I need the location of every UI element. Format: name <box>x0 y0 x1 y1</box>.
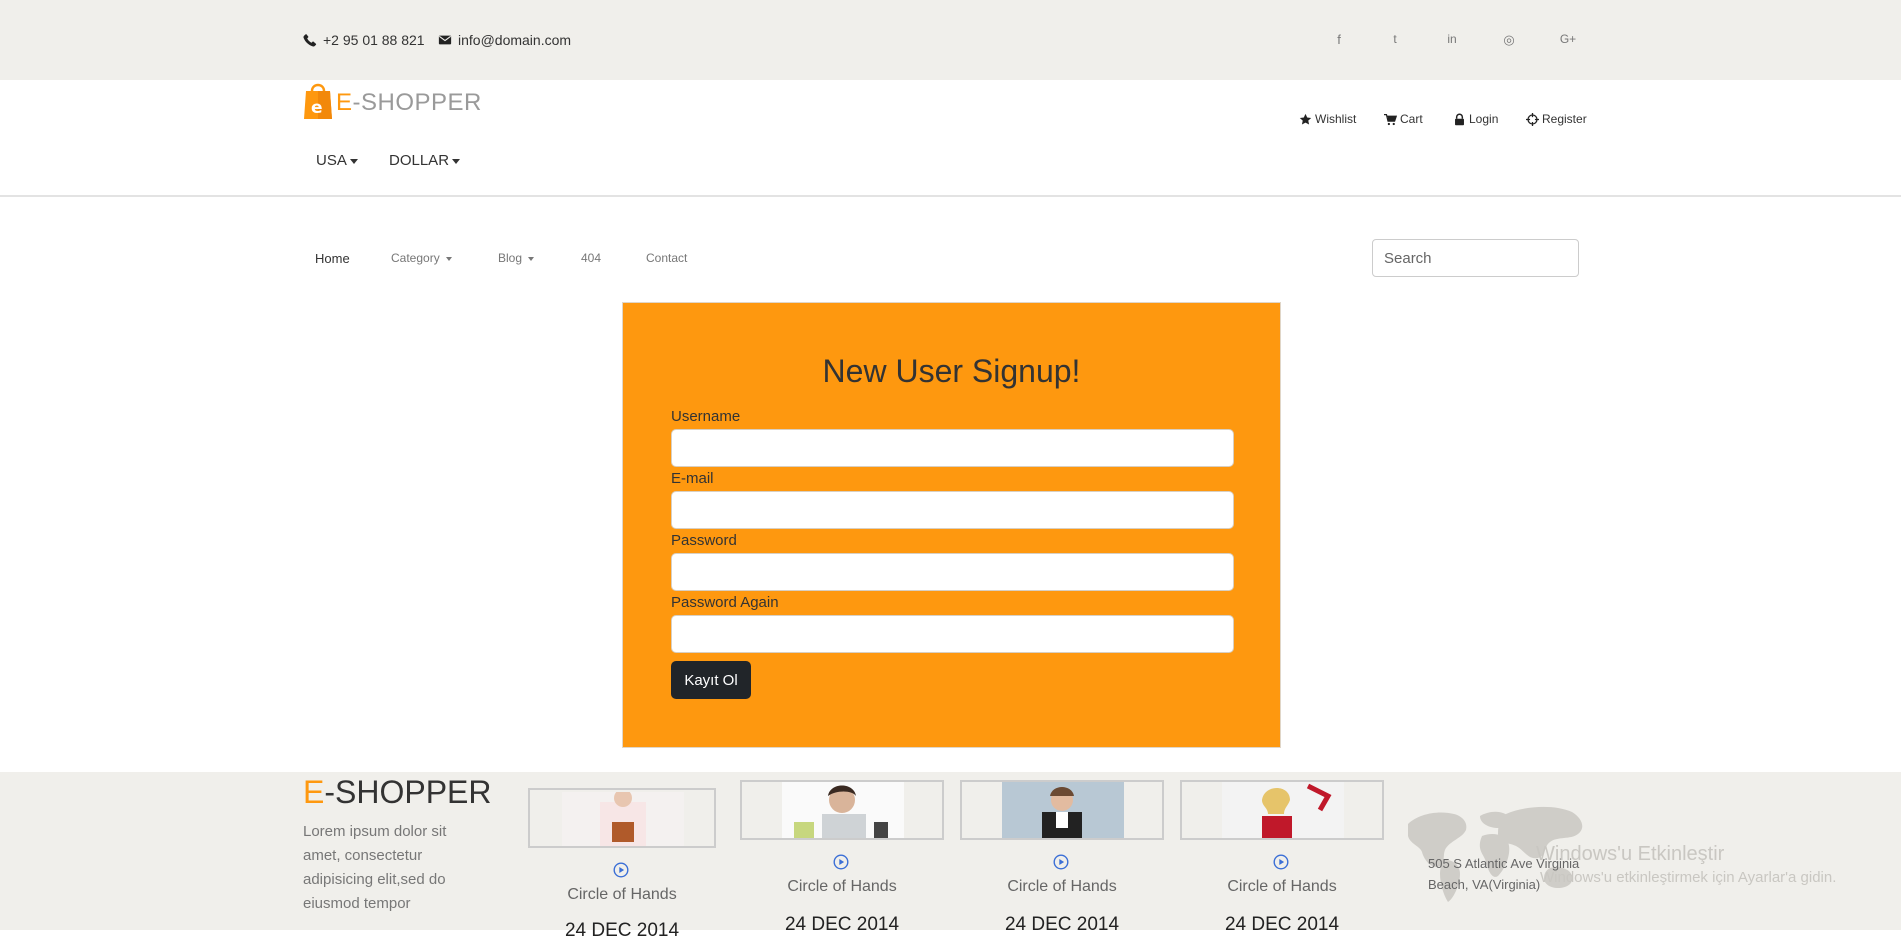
play-circle-icon[interactable] <box>1273 854 1289 870</box>
caret-down-icon <box>528 256 535 261</box>
video-date: 24 DEC 2014 <box>564 920 680 941</box>
caret-down-icon <box>446 256 453 261</box>
nav-category[interactable]: Category <box>391 251 453 265</box>
shopping-cart-icon <box>1384 113 1397 125</box>
register-link[interactable]: Register <box>1526 112 1587 126</box>
video-card[interactable] <box>528 788 716 848</box>
logo-text: E-SHOPPER <box>336 89 482 116</box>
twitter-icon[interactable]: t <box>1386 32 1404 46</box>
lock-icon <box>1455 113 1464 125</box>
video-date: 24 DEC 2014 <box>784 914 900 935</box>
register-label: Register <box>1542 112 1587 126</box>
country-dropdown[interactable]: USA <box>316 152 358 169</box>
cart-link[interactable]: Cart <box>1384 112 1423 126</box>
password-again-label: Password Again <box>671 594 779 611</box>
windows-activation-watermark-text: Windows'u etkinleştirmek için Ayarlar'a … <box>1540 869 1837 886</box>
video-title[interactable]: Circle of Hands <box>528 886 716 904</box>
google-plus-icon[interactable]: G+ <box>1559 32 1577 46</box>
footer-brand: E-SHOPPER <box>303 774 492 810</box>
login-label: Login <box>1469 112 1499 126</box>
svg-text:e: e <box>311 98 323 118</box>
windows-activation-watermark-title: Windows'u Etkinleştir <box>1536 843 1725 865</box>
sale-woman-image <box>1262 783 1332 838</box>
signup-title: New User Signup! <box>822 353 1081 389</box>
search-input[interactable] <box>1372 239 1579 277</box>
nav-404[interactable]: 404 <box>581 251 601 265</box>
email-input[interactable] <box>671 491 1234 529</box>
caret-down-icon <box>349 158 358 164</box>
nav-contact[interactable]: Contact <box>646 251 687 265</box>
header <box>0 80 1901 197</box>
woman-image <box>794 785 888 838</box>
email-label: E-mail <box>671 470 714 487</box>
password-input[interactable] <box>671 553 1234 591</box>
username-input[interactable] <box>671 429 1234 467</box>
crosshairs-icon <box>1526 112 1539 126</box>
password-again-input[interactable] <box>671 615 1234 653</box>
footer-description: Lorem ipsum dolor sit amet, consectetur … <box>303 823 447 912</box>
email-address: info@domain.com <box>458 32 572 48</box>
username-label: Username <box>671 408 741 425</box>
businesswoman-image <box>1002 782 1124 838</box>
caret-down-icon <box>452 158 461 164</box>
signup-submit-button[interactable]: Kayıt Ol <box>671 661 751 699</box>
video-thumbnail <box>1002 782 1124 838</box>
play-circle-icon[interactable] <box>833 854 849 870</box>
video-date: 24 DEC 2014 <box>1004 914 1120 935</box>
video-thumbnail <box>562 792 684 846</box>
play-circle-icon[interactable] <box>613 862 629 878</box>
linkedin-icon[interactable]: in <box>1443 32 1461 46</box>
signup-form: New User Signup! Username E-mail Passwor… <box>622 302 1281 748</box>
video-title[interactable]: Circle of Hands <box>1180 878 1384 896</box>
wishlist-link[interactable]: Wishlist <box>1299 112 1356 126</box>
video-date: 24 DEC 2014 <box>1224 914 1340 935</box>
video-card[interactable] <box>1180 780 1384 840</box>
cart-label: Cart <box>1400 112 1423 126</box>
logo[interactable]: e E-SHOPPER <box>304 81 482 119</box>
video-thumbnail <box>1222 782 1344 838</box>
dribbble-icon[interactable]: ◎ <box>1500 32 1518 48</box>
video-thumbnail <box>782 782 904 838</box>
phone-number: +2 95 01 88 821 <box>323 32 425 48</box>
login-link[interactable]: Login <box>1453 112 1498 126</box>
play-circle-icon[interactable] <box>1053 854 1069 870</box>
video-card[interactable] <box>740 780 944 840</box>
facebook-icon[interactable]: f <box>1330 32 1348 47</box>
phone-icon <box>303 34 317 47</box>
nav-blog[interactable]: Blog <box>498 251 535 265</box>
currency-dropdown[interactable]: DOLLAR <box>389 152 461 169</box>
video-title[interactable]: Circle of Hands <box>960 878 1164 896</box>
shopping-bag-icon: e <box>304 83 332 119</box>
envelope-icon <box>438 35 452 45</box>
nav-home[interactable]: Home <box>315 251 350 266</box>
phone-contact: +2 95 01 88 821 <box>303 32 425 48</box>
video-card[interactable] <box>960 780 1164 840</box>
video-title[interactable]: Circle of Hands <box>740 878 944 896</box>
star-icon <box>1299 113 1312 125</box>
password-label: Password <box>671 532 737 549</box>
top-bar <box>0 0 1901 80</box>
tshirt-image <box>600 792 646 846</box>
wishlist-label: Wishlist <box>1315 112 1357 126</box>
email-contact: info@domain.com <box>438 32 571 48</box>
